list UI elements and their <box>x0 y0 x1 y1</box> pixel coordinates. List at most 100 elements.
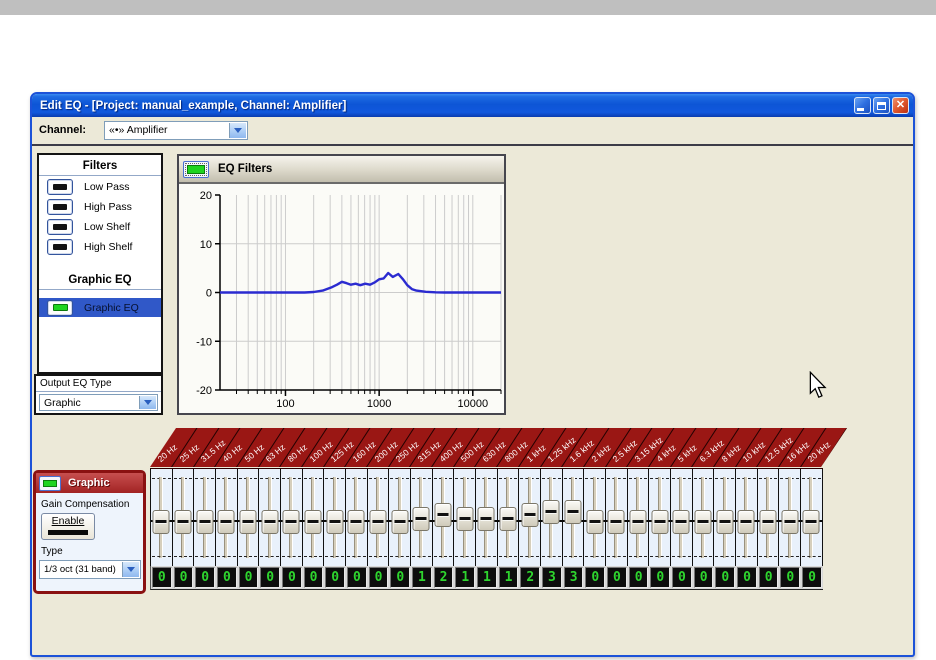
band-value-display: 0 <box>239 567 259 588</box>
chevron-down-icon[interactable] <box>229 123 246 138</box>
eq-filters-group: EQ Filters 20100-10-20100100010000 <box>177 154 506 415</box>
slider-thumb[interactable] <box>500 507 517 531</box>
band-value-display: 0 <box>195 567 215 588</box>
filter-label: Low Pass <box>84 181 130 193</box>
eq-filters-enable-toggle[interactable] <box>183 161 209 178</box>
slider-thumb[interactable] <box>803 510 820 534</box>
band-frequency-label: 200 Hz <box>372 439 399 464</box>
slider-column <box>498 469 520 566</box>
band-value-display: 0 <box>152 567 172 588</box>
filter-row[interactable]: Low Shelf <box>39 217 161 236</box>
slider-thumb[interactable] <box>565 500 582 524</box>
slider-thumb[interactable] <box>283 510 300 534</box>
slider-thumb[interactable] <box>695 510 712 534</box>
slider-column <box>411 469 433 566</box>
slider-thumb[interactable] <box>261 510 278 534</box>
band-value-display: 0 <box>282 567 302 588</box>
slider-column <box>216 469 238 566</box>
slider-thumb[interactable] <box>608 510 625 534</box>
band-frequency-label: 400 Hz <box>437 439 464 464</box>
filter-row[interactable]: High Pass <box>39 197 161 216</box>
chevron-down-icon[interactable] <box>122 562 139 577</box>
band-value-display: 3 <box>564 567 584 588</box>
slider-thumb[interactable] <box>391 510 408 534</box>
edit-eq-window: Edit EQ - [Project: manual_example, Chan… <box>30 92 915 657</box>
svg-text:-10: -10 <box>196 336 212 348</box>
window-title: Edit EQ - [Project: manual_example, Chan… <box>32 100 346 112</box>
close-button[interactable]: ✕ <box>892 97 909 114</box>
graphic-eq-item[interactable]: Graphic EQ <box>39 298 161 317</box>
graphic-panel-header: Graphic <box>36 473 143 493</box>
slider-column <box>368 469 390 566</box>
slider-thumb[interactable] <box>413 507 430 531</box>
slider-thumb[interactable] <box>521 503 538 527</box>
slider-column <box>238 469 260 566</box>
graphic-eq-item-label: Graphic EQ <box>84 302 139 314</box>
eq-filters-title: EQ Filters <box>218 163 272 175</box>
filter-toggle-button[interactable] <box>47 179 73 195</box>
band-frequency-label: 100 Hz <box>307 439 334 464</box>
eq-response-chart: 20100-10-20100100010000 <box>180 184 505 419</box>
filter-row[interactable]: Low Pass <box>39 177 161 196</box>
band-value-display: 1 <box>477 567 497 588</box>
titlebar[interactable]: Edit EQ - [Project: manual_example, Chan… <box>32 94 913 117</box>
channel-bar: Channel: «•» Amplifier <box>32 117 913 146</box>
filter-row[interactable]: High Shelf <box>39 237 161 256</box>
slider-thumb[interactable] <box>651 510 668 534</box>
slider-column <box>693 469 715 566</box>
filter-toggle-button[interactable] <box>47 239 73 255</box>
slider-thumb[interactable] <box>153 510 170 534</box>
slider-thumb[interactable] <box>738 510 755 534</box>
filter-toggle-button[interactable] <box>47 219 73 235</box>
band-value-display: 1 <box>499 567 519 588</box>
slider-thumb[interactable] <box>478 507 495 531</box>
slider-thumb[interactable] <box>305 510 322 534</box>
chevron-down-icon[interactable] <box>139 396 156 409</box>
slider-thumb[interactable] <box>716 510 733 534</box>
svg-text:1000: 1000 <box>367 398 391 410</box>
band-value-display: 0 <box>802 567 822 588</box>
minimize-button[interactable] <box>854 97 871 114</box>
filters-panel-title: Filters <box>39 155 161 176</box>
slider-column <box>346 469 368 566</box>
slider-thumb[interactable] <box>586 510 603 534</box>
graphic-panel-title: Graphic <box>68 477 110 489</box>
slider-thumb[interactable] <box>760 510 777 534</box>
graphic-eq-section-title: Graphic EQ <box>39 269 161 290</box>
band-value-display: 1 <box>455 567 475 588</box>
slider-thumb[interactable] <box>781 510 798 534</box>
slider-column <box>779 469 801 566</box>
filter-label: High Shelf <box>84 241 132 253</box>
maximize-button[interactable] <box>873 97 890 114</box>
equalizer-sliders <box>150 468 823 566</box>
slider-column <box>758 469 780 566</box>
slider-thumb[interactable] <box>240 510 257 534</box>
slider-column <box>259 469 281 566</box>
slider-column <box>476 469 498 566</box>
mouse-cursor <box>808 371 828 399</box>
slider-thumb[interactable] <box>348 510 365 534</box>
slider-thumb[interactable] <box>196 510 213 534</box>
band-value-display: 0 <box>607 567 627 588</box>
output-eq-type-select[interactable]: Graphic <box>39 394 158 411</box>
slider-thumb[interactable] <box>370 510 387 534</box>
slider-thumb[interactable] <box>456 507 473 531</box>
slider-thumb[interactable] <box>630 510 647 534</box>
slider-thumb[interactable] <box>435 503 452 527</box>
filter-toggle-button[interactable] <box>47 199 73 215</box>
filter-off-icon <box>53 224 67 230</box>
slider-column <box>454 469 476 566</box>
channel-select[interactable]: «•» Amplifier <box>104 121 248 140</box>
slider-thumb[interactable] <box>326 510 343 534</box>
slider-thumb[interactable] <box>543 500 560 524</box>
slider-thumb[interactable] <box>673 510 690 534</box>
svg-text:100: 100 <box>276 398 294 410</box>
gain-compensation-enable-button[interactable]: Enable <box>41 513 95 540</box>
graphic-enable-toggle[interactable] <box>39 476 61 491</box>
slider-thumb[interactable] <box>218 510 235 534</box>
band-value-display: 1 <box>412 567 432 588</box>
slider-thumb[interactable] <box>175 510 192 534</box>
eq-type-select[interactable]: 1/3 oct (31 band) <box>39 560 141 579</box>
band-value-display: 0 <box>217 567 237 588</box>
graphic-eq-led-button[interactable] <box>47 300 73 316</box>
